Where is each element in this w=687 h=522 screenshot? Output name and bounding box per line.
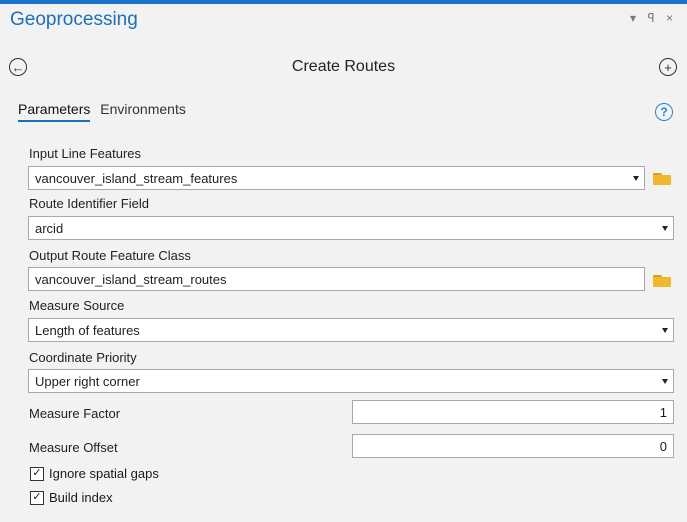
browse-folder-icon[interactable]: [653, 273, 671, 287]
measure-source-dropdown[interactable]: Length of features: [28, 318, 674, 342]
tab-parameters[interactable]: Parameters: [18, 101, 91, 122]
route-identifier-field-label: Route Identifier Field: [29, 196, 149, 211]
tab-bar: Parameters Environments: [18, 101, 192, 122]
output-route-feature-class-label: Output Route Feature Class: [29, 248, 191, 263]
chevron-down-icon[interactable]: [662, 328, 668, 333]
build-index-label: Build index: [49, 490, 113, 505]
close-icon[interactable]: ×: [666, 11, 677, 25]
tool-title: Create Routes: [291, 58, 396, 75]
ignore-spatial-gaps-option[interactable]: ✓ Ignore spatial gaps: [30, 466, 159, 481]
input-line-features-label: Input Line Features: [29, 146, 142, 161]
measure-source-value: Length of features: [35, 323, 140, 338]
chevron-down-icon[interactable]: [662, 226, 668, 231]
input-line-features-dropdown[interactable]: vancouver_island_stream_features: [28, 166, 645, 190]
build-index-option[interactable]: ✓ Build index: [30, 490, 113, 505]
pin-icon[interactable]: ꟼ: [647, 11, 658, 25]
help-icon[interactable]: ?: [655, 103, 673, 121]
route-identifier-field-dropdown[interactable]: arcid: [28, 216, 674, 240]
pane-controls: ▾ ꟼ ×: [630, 11, 677, 25]
ignore-spatial-gaps-label: Ignore spatial gaps: [49, 466, 159, 481]
input-line-features-value: vancouver_island_stream_features: [35, 171, 238, 186]
measure-offset-label: Measure Offset: [29, 440, 118, 455]
add-button[interactable]: +: [659, 58, 677, 76]
coordinate-priority-value: Upper right corner: [35, 374, 140, 389]
plus-icon: +: [664, 59, 672, 75]
measure-source-label: Measure Source: [29, 298, 125, 313]
coordinate-priority-dropdown[interactable]: Upper right corner: [28, 369, 674, 393]
measure-offset-input[interactable]: 0: [352, 434, 674, 458]
ignore-spatial-gaps-checkbox[interactable]: ✓: [30, 466, 44, 481]
tab-environments[interactable]: Environments: [100, 101, 186, 120]
build-index-checkbox[interactable]: ✓: [30, 490, 44, 505]
route-identifier-field-value: arcid: [35, 221, 64, 236]
pane-options-dropdown-icon[interactable]: ▾: [630, 11, 640, 25]
output-route-feature-class-value: vancouver_island_stream_routes: [35, 272, 227, 287]
chevron-down-icon[interactable]: [633, 176, 639, 181]
browse-folder-icon[interactable]: [653, 171, 671, 185]
coordinate-priority-label: Coordinate Priority: [29, 350, 137, 365]
measure-factor-label: Measure Factor: [29, 406, 121, 421]
output-route-feature-class-input[interactable]: vancouver_island_stream_routes: [28, 267, 645, 291]
measure-factor-input[interactable]: 1: [352, 400, 674, 424]
pane-title: Geoprocessing: [10, 9, 138, 30]
chevron-down-icon[interactable]: [662, 379, 668, 384]
pane-top-accent: [0, 0, 687, 4]
